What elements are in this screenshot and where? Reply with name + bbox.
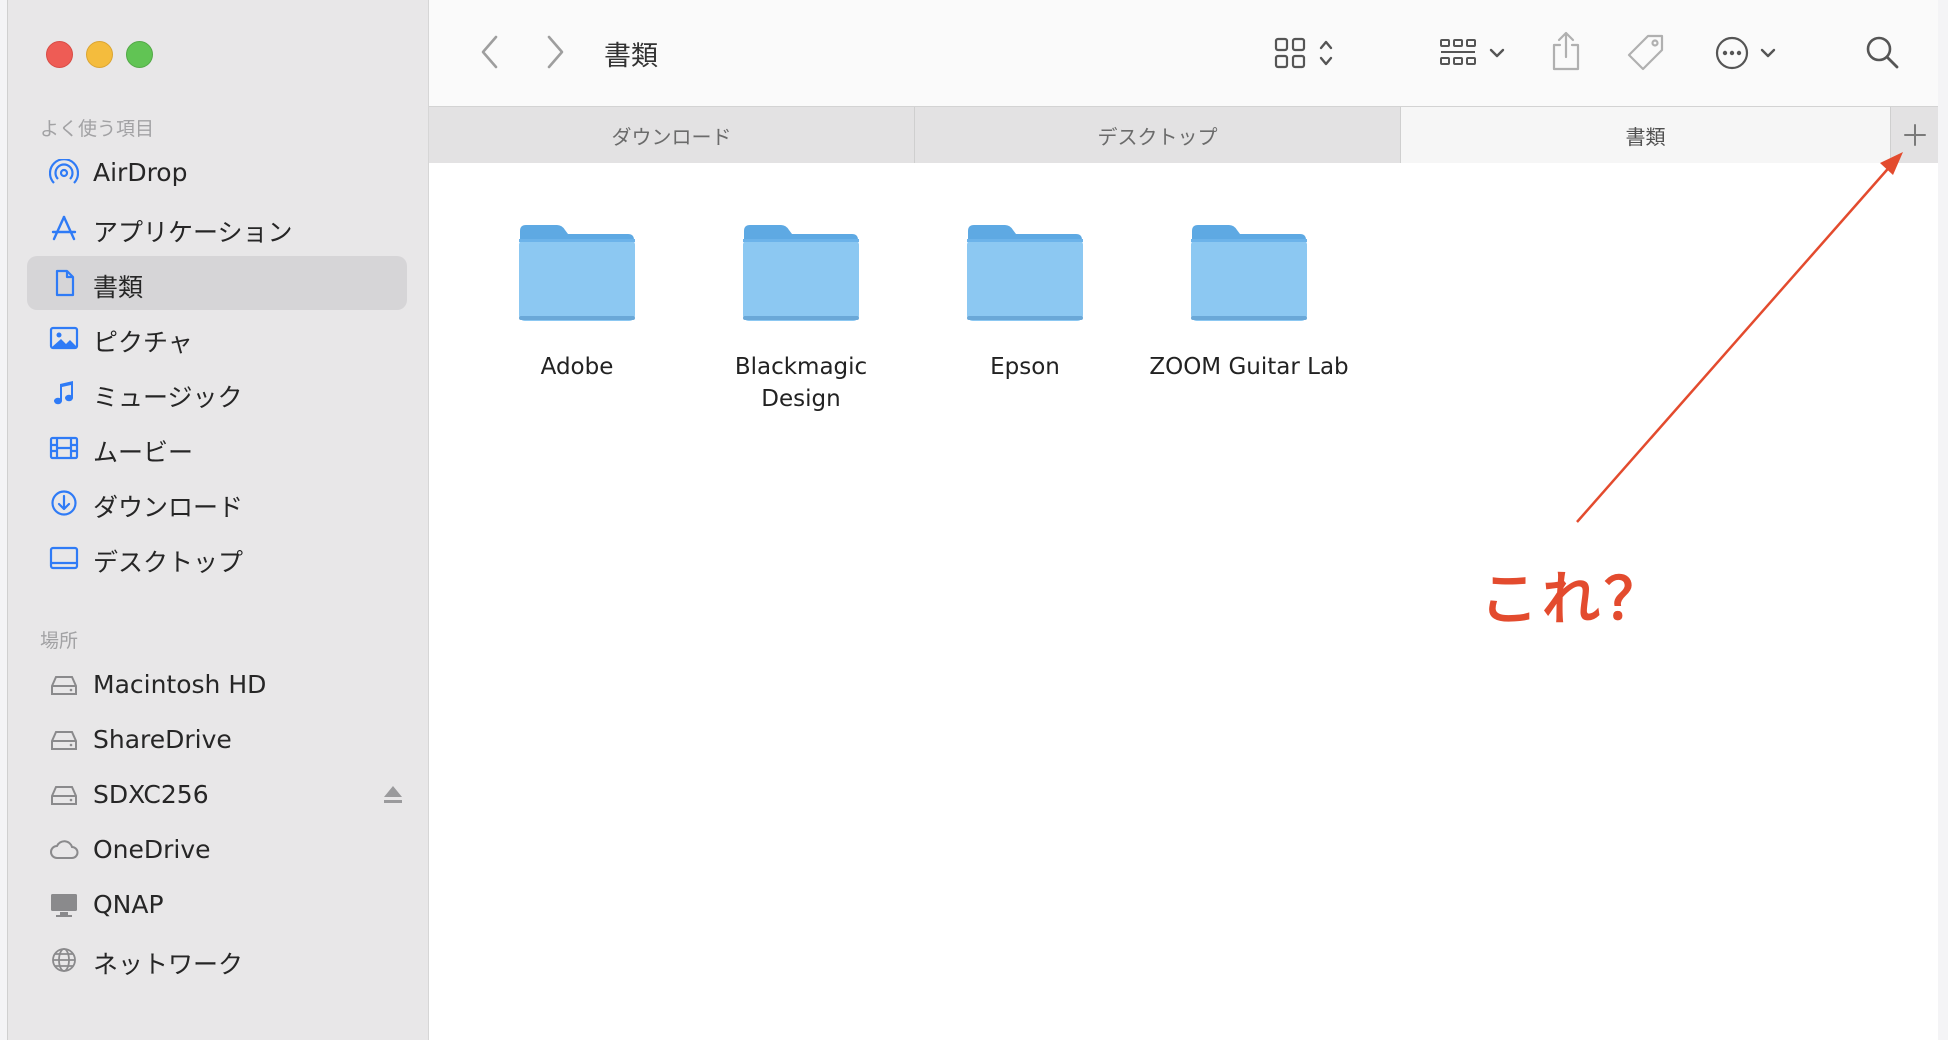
airdrop-icon xyxy=(49,159,79,184)
forward-chevron-icon[interactable] xyxy=(544,34,566,70)
back-chevron-icon[interactable] xyxy=(479,34,501,70)
locations-header: 場所 xyxy=(40,630,79,652)
chevron-down-icon xyxy=(1489,48,1505,58)
sidebar-item-label: ネットワーク xyxy=(93,950,244,979)
sidebar-item-label: SDXC256 xyxy=(93,780,209,809)
folder-icon xyxy=(743,225,859,321)
sidebar-item-label: アプリケーション xyxy=(93,218,293,247)
sidebar-item-label: ミュージック xyxy=(93,383,243,412)
tab-bar: ダウンロード デスクトップ 書類 xyxy=(429,106,1938,164)
tab-documents[interactable]: 書類 xyxy=(1401,107,1891,163)
globe-icon xyxy=(52,948,76,972)
background-window-strip xyxy=(0,0,7,1040)
toolbar: 書類 xyxy=(429,0,1938,106)
sidebar-item-music[interactable]: ミュージック xyxy=(27,366,407,420)
tag-icon[interactable] xyxy=(1626,32,1666,72)
zoom-window-button[interactable] xyxy=(126,41,153,68)
drive-icon xyxy=(51,676,77,695)
view-mode-button[interactable] xyxy=(1274,33,1344,73)
ellipsis-circle-icon xyxy=(1715,36,1749,70)
music-note-icon xyxy=(54,381,73,405)
eject-icon[interactable] xyxy=(382,783,404,807)
group-grid-icon xyxy=(1440,39,1476,65)
document-icon xyxy=(55,269,75,297)
folder-icon xyxy=(1191,225,1307,321)
monitor-icon xyxy=(51,894,77,917)
sidebar-item-label: AirDrop xyxy=(93,158,188,187)
film-icon xyxy=(49,436,79,460)
favorites-header: よく使う項目 xyxy=(40,118,155,140)
sidebar-item-label: ピクチャ xyxy=(93,328,193,357)
sidebar-item-label: Macintosh HD xyxy=(93,670,267,699)
chevron-up-down-icon xyxy=(1319,40,1333,66)
sidebar-item-label: デスクトップ xyxy=(93,548,244,577)
tab-label: 書類 xyxy=(1625,124,1666,149)
sidebar-item-applications[interactable]: アプリケーション xyxy=(27,201,407,255)
sidebar-item-sharedrive[interactable]: ShareDrive xyxy=(27,713,407,767)
sidebar-item-label: QNAP xyxy=(93,890,164,919)
folder-name: Adobe xyxy=(540,354,614,380)
finder-window: よく使う項目 AirDrop アプリケーション 書類 ピクチャ ミュージック ム… xyxy=(7,0,1938,1040)
desktop-icon xyxy=(49,546,79,570)
sidebar-item-label: ダウンロード xyxy=(93,493,244,522)
pictures-icon xyxy=(49,326,79,350)
folder-name: Epson xyxy=(990,354,1060,380)
folder-icon xyxy=(519,225,635,321)
sidebar-item-label: OneDrive xyxy=(93,835,211,864)
file-icon-view: Adobe Blackmagic Design Epson ZOOM Guita… xyxy=(429,163,1938,1040)
sidebar-item-onedrive[interactable]: OneDrive xyxy=(27,823,407,877)
drive-icon xyxy=(51,731,77,750)
minimize-window-button[interactable] xyxy=(86,41,113,68)
tab-label: デスクトップ xyxy=(1097,124,1218,149)
icon-grid-icon xyxy=(1274,37,1306,69)
search-icon[interactable] xyxy=(1864,34,1900,70)
sidebar-item-label: ムービー xyxy=(93,438,194,467)
folder-name: ZOOM Guitar Lab xyxy=(1149,354,1349,380)
tab-label: ダウンロード xyxy=(611,124,732,149)
folder-icon xyxy=(967,225,1083,321)
share-icon[interactable] xyxy=(1550,30,1582,72)
sidebar-item-macintosh-hd[interactable]: Macintosh HD xyxy=(27,658,407,712)
sidebar-item-documents[interactable]: 書類 xyxy=(27,256,407,310)
sidebar-item-label: ShareDrive xyxy=(93,725,232,754)
background-window-strip-right xyxy=(1937,0,1948,1040)
tab-desktop[interactable]: デスクトップ xyxy=(915,107,1401,163)
sidebar-item-airdrop[interactable]: AirDrop xyxy=(27,146,407,200)
sidebar: よく使う項目 AirDrop アプリケーション 書類 ピクチャ ミュージック ム… xyxy=(8,0,429,1040)
more-actions-button[interactable] xyxy=(1714,33,1784,73)
sidebar-item-label: 書類 xyxy=(93,273,144,302)
cloud-icon xyxy=(50,840,79,859)
drive-icon xyxy=(51,786,77,805)
tab-downloads[interactable]: ダウンロード xyxy=(429,107,915,163)
close-window-button[interactable] xyxy=(46,41,73,68)
sidebar-item-desktop[interactable]: デスクトップ xyxy=(27,531,407,585)
sidebar-item-network[interactable]: ネットワーク xyxy=(27,933,407,987)
sidebar-item-movies[interactable]: ムービー xyxy=(27,421,407,475)
applications-icon xyxy=(51,215,77,241)
folder-name: Blackmagic Design xyxy=(734,354,868,412)
annotation-text: これ？ xyxy=(1480,565,1667,633)
sidebar-item-sdxc256[interactable]: SDXC256 xyxy=(27,768,407,822)
download-icon xyxy=(51,490,77,516)
new-tab-button[interactable] xyxy=(1891,107,1938,163)
group-button[interactable] xyxy=(1439,33,1509,73)
sidebar-item-qnap[interactable]: QNAP xyxy=(27,878,407,932)
chevron-down-icon xyxy=(1760,48,1776,58)
sidebar-item-downloads[interactable]: ダウンロード xyxy=(27,476,407,530)
sidebar-item-pictures[interactable]: ピクチャ xyxy=(27,311,407,365)
window-title: 書類 xyxy=(604,41,658,72)
plus-icon xyxy=(1903,124,1926,146)
